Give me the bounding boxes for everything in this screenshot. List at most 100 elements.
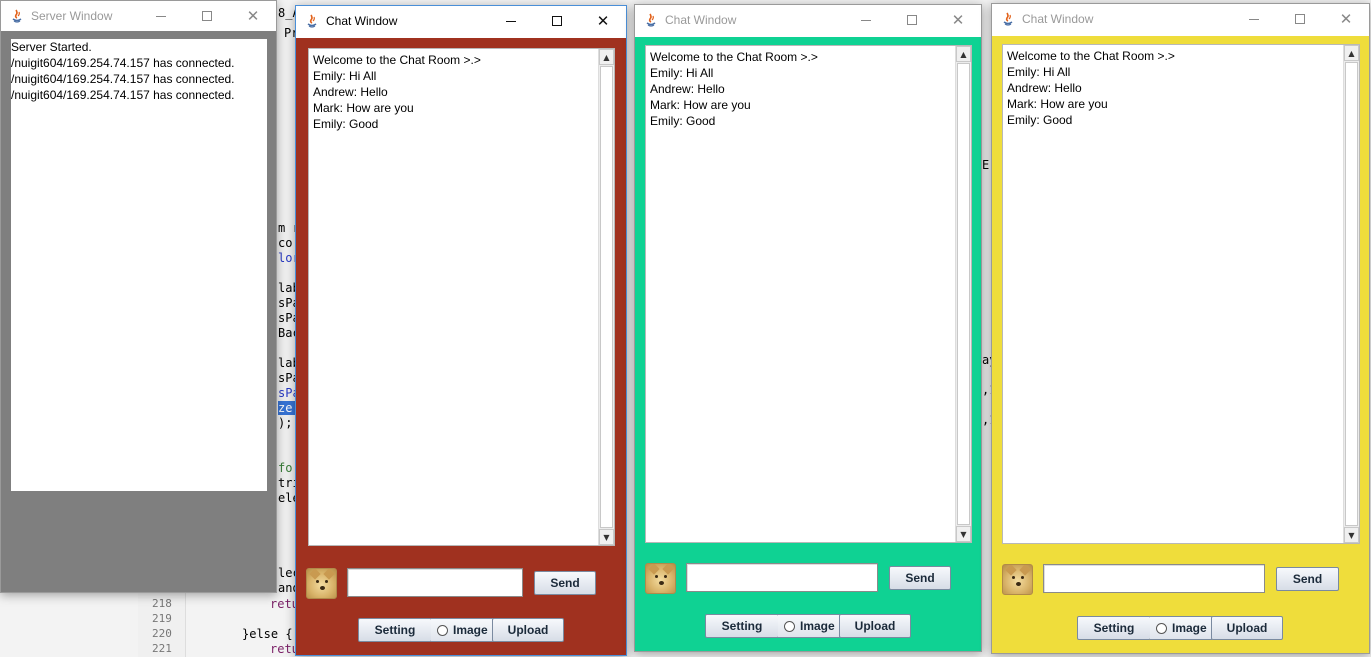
close-button[interactable]: ✕ xyxy=(935,5,981,35)
scroll-up-arrow-icon[interactable]: ▲ xyxy=(956,46,971,62)
ide-line-number: 218 xyxy=(152,597,172,610)
chat-window-red[interactable]: Chat Window ✕ Welcome to the Chat Room >… xyxy=(295,5,627,656)
image-radio-label: Image xyxy=(453,623,488,637)
server-log[interactable]: Server Started. /nuigit604/169.254.74.15… xyxy=(11,39,267,491)
maximize-button[interactable] xyxy=(184,1,230,31)
ide-line-number: 221 xyxy=(152,642,172,655)
close-button[interactable]: ✕ xyxy=(1323,4,1369,34)
java-icon xyxy=(643,12,659,28)
window-title: Chat Window xyxy=(665,13,737,27)
scroll-down-arrow-icon[interactable]: ▼ xyxy=(956,526,971,542)
maximize-button[interactable] xyxy=(1277,4,1323,34)
upload-button[interactable]: Upload xyxy=(839,614,911,638)
avatar-ear xyxy=(648,564,660,575)
maximize-icon xyxy=(552,16,562,26)
setting-button[interactable]: Setting xyxy=(358,618,432,642)
avatar[interactable] xyxy=(645,563,676,594)
window-controls: ✕ xyxy=(488,6,626,36)
window-title: Server Window xyxy=(31,9,113,23)
maximize-icon xyxy=(202,11,212,21)
scroll-thumb[interactable] xyxy=(1345,62,1358,526)
image-radio[interactable]: Image xyxy=(778,614,840,638)
chat-panel: Welcome to the Chat Room >.> Emily: Hi A… xyxy=(992,36,1369,653)
window-title: Chat Window xyxy=(326,14,398,28)
title-bar[interactable]: Chat Window ✕ xyxy=(635,5,981,35)
avatar-nose xyxy=(659,581,664,585)
radio-circle-icon xyxy=(437,624,448,636)
minimize-icon xyxy=(1249,18,1259,20)
avatar-ear xyxy=(309,569,321,580)
image-radio-label: Image xyxy=(1172,621,1207,635)
avatar-eye xyxy=(655,575,658,578)
ide-line-number: 220 xyxy=(152,627,172,640)
setting-button[interactable]: Setting xyxy=(1077,616,1151,640)
window-controls: ✕ xyxy=(843,5,981,35)
vertical-scrollbar[interactable]: ▲ ▼ xyxy=(598,49,614,545)
chat-log: Welcome to the Chat Room >.> Emily: Hi A… xyxy=(650,50,818,128)
avatar-eye xyxy=(1021,576,1024,579)
scroll-up-arrow-icon[interactable]: ▲ xyxy=(1344,45,1359,61)
minimize-button[interactable] xyxy=(138,1,184,31)
java-icon xyxy=(9,8,25,24)
chat-log-area[interactable]: Welcome to the Chat Room >.> Emily: Hi A… xyxy=(308,48,615,546)
java-icon xyxy=(1000,11,1016,27)
chat-panel: Welcome to the Chat Room >.> Emily: Hi A… xyxy=(635,37,981,651)
send-button[interactable]: Send xyxy=(1276,567,1339,591)
avatar-nose xyxy=(320,586,325,590)
chat-window-green[interactable]: Chat Window ✕ Welcome to the Chat Room >… xyxy=(634,4,982,652)
chat-window-yellow[interactable]: Chat Window ✕ Welcome to the Chat Room >… xyxy=(991,3,1370,654)
window-controls: ✕ xyxy=(138,1,276,31)
send-button[interactable]: Send xyxy=(889,566,951,590)
scroll-down-arrow-icon[interactable]: ▼ xyxy=(599,529,614,545)
scroll-thumb[interactable] xyxy=(957,63,970,525)
avatar-ear xyxy=(1019,565,1031,576)
avatar-nose xyxy=(1016,582,1021,586)
message-input[interactable] xyxy=(347,568,523,597)
chat-log-area[interactable]: Welcome to the Chat Room >.> Emily: Hi A… xyxy=(645,45,972,543)
server-window[interactable]: Server Window ✕ Server Started. /nuigit6… xyxy=(0,0,277,593)
image-radio[interactable]: Image xyxy=(1150,616,1212,640)
radio-circle-icon xyxy=(784,620,795,632)
ide-code-line: }else { xyxy=(242,627,293,641)
title-bar[interactable]: Chat Window ✕ xyxy=(992,4,1369,34)
title-bar[interactable]: Server Window ✕ xyxy=(1,1,276,31)
chat-log-area[interactable]: Welcome to the Chat Room >.> Emily: Hi A… xyxy=(1002,44,1360,544)
upload-button[interactable]: Upload xyxy=(492,618,564,642)
ide-code-fragment: fo xyxy=(278,461,293,475)
image-radio-label: Image xyxy=(800,619,835,633)
avatar[interactable] xyxy=(1002,564,1033,595)
vertical-scrollbar[interactable]: ▲ ▼ xyxy=(955,46,971,542)
upload-button[interactable]: Upload xyxy=(1211,616,1283,640)
chat-log: Welcome to the Chat Room >.> Emily: Hi A… xyxy=(313,53,481,131)
close-icon: ✕ xyxy=(246,6,260,25)
minimize-icon xyxy=(506,20,516,22)
avatar-ear xyxy=(1005,565,1017,576)
maximize-icon xyxy=(1295,14,1305,24)
setting-button[interactable]: Setting xyxy=(705,614,779,638)
send-button[interactable]: Send xyxy=(534,571,596,595)
chat-panel: Welcome to the Chat Room >.> Emily: Hi A… xyxy=(296,38,626,655)
avatar-eye xyxy=(316,580,319,583)
message-input[interactable] xyxy=(1043,564,1265,593)
avatar[interactable] xyxy=(306,568,337,599)
title-bar[interactable]: Chat Window ✕ xyxy=(296,6,626,36)
close-button[interactable]: ✕ xyxy=(580,6,626,36)
scroll-up-arrow-icon[interactable]: ▲ xyxy=(599,49,614,65)
avatar-eye xyxy=(664,575,667,578)
scroll-thumb[interactable] xyxy=(600,66,613,528)
maximize-button[interactable] xyxy=(534,6,580,36)
close-icon: ✕ xyxy=(1339,9,1353,28)
ide-code-fragment: co xyxy=(278,236,293,250)
maximize-button[interactable] xyxy=(889,5,935,35)
avatar-ear xyxy=(323,569,335,580)
window-controls: ✕ xyxy=(1231,4,1369,34)
minimize-button[interactable] xyxy=(1231,4,1277,34)
minimize-button[interactable] xyxy=(488,6,534,36)
scroll-down-arrow-icon[interactable]: ▼ xyxy=(1344,527,1359,543)
vertical-scrollbar[interactable]: ▲ ▼ xyxy=(1343,45,1359,543)
close-button[interactable]: ✕ xyxy=(230,1,276,31)
message-input[interactable] xyxy=(686,563,878,592)
minimize-button[interactable] xyxy=(843,5,889,35)
minimize-icon xyxy=(861,19,871,21)
image-radio[interactable]: Image xyxy=(431,618,493,642)
